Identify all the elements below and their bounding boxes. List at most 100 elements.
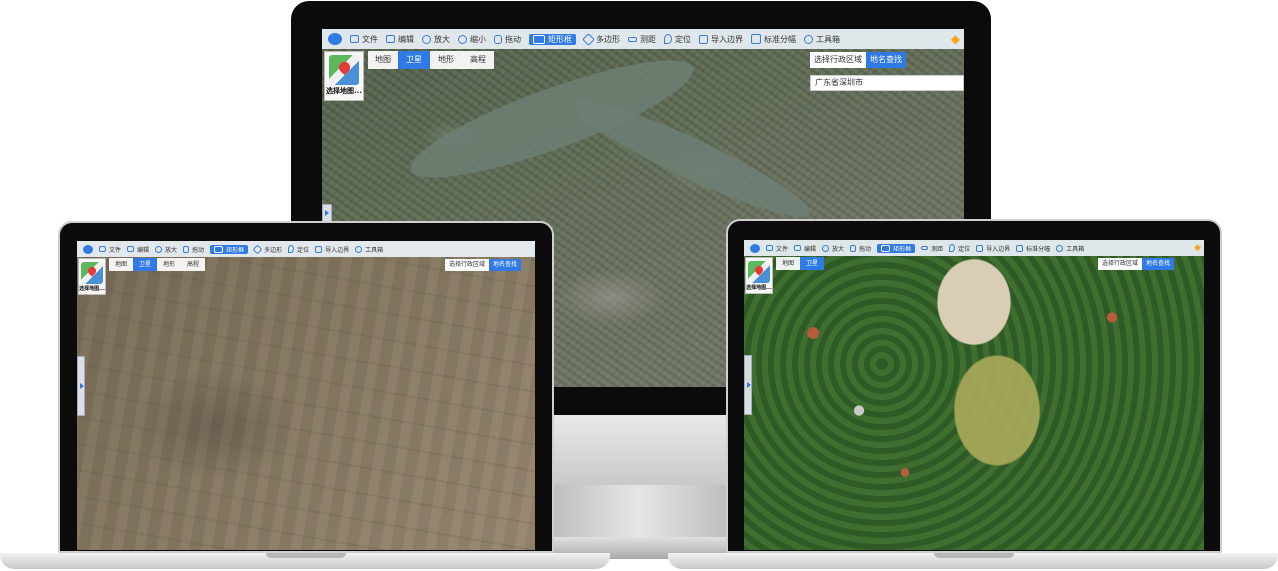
edit-menu[interactable]: 编辑	[794, 244, 816, 253]
toolbox-label: 工具箱	[365, 246, 384, 254]
measure-button[interactable]: 测距	[921, 244, 943, 253]
rectangle-button[interactable]: 矩形框	[529, 33, 576, 45]
import-boundary-label: 导入边界	[711, 34, 743, 44]
zoom-in-icon	[822, 244, 830, 252]
location-pin-icon	[664, 34, 672, 44]
tab-satellite[interactable]: 卫星	[133, 258, 157, 271]
diamond-icon[interactable]: ◆	[1194, 243, 1201, 253]
locate-button[interactable]: 定位	[288, 245, 309, 254]
select-map-label: 选择地图...	[79, 286, 105, 292]
search-tabs: 选择行政区域 地名查找	[810, 52, 906, 68]
zoom-in-icon	[422, 34, 431, 44]
pan-button[interactable]: 拖动	[183, 245, 204, 254]
tab-satellite[interactable]: 卫星	[398, 51, 430, 69]
edit-menu[interactable]: 编辑	[386, 34, 414, 45]
search-tabs: 选择行政区域 地名查找	[445, 259, 522, 271]
grid-icon	[751, 34, 761, 44]
edit-label: 编辑	[804, 245, 817, 253]
rectangle-select-icon	[214, 245, 224, 253]
measure-label: 测距	[931, 245, 944, 253]
edit-menu[interactable]: 编辑	[127, 245, 149, 254]
tab-terrain[interactable]: 地形	[430, 51, 462, 69]
hand-icon	[183, 245, 190, 253]
place-search-tab[interactable]: 地名查找	[489, 259, 522, 271]
place-search-tab[interactable]: 地名查找	[1142, 258, 1175, 270]
tab-map[interactable]: 地图	[109, 258, 133, 271]
location-pin-icon	[288, 245, 295, 253]
pan-button[interactable]: 拖动	[494, 34, 521, 45]
tab-elevation[interactable]: 高程	[181, 258, 205, 271]
standard-tiles-button[interactable]: 标准分幅	[751, 34, 796, 45]
layer-tabs: 地图 卫星 地形 高程	[109, 258, 205, 271]
side-panel-handle[interactable]	[744, 355, 752, 415]
import-boundary-button[interactable]: 导入边界	[976, 244, 1010, 253]
polygon-icon	[252, 244, 263, 254]
tab-map[interactable]: 地图	[368, 51, 398, 69]
edit-icon	[127, 246, 135, 252]
zoom-in-button[interactable]: 放大	[155, 245, 177, 254]
measure-button[interactable]: 测距	[628, 34, 656, 45]
select-map-button[interactable]: 选择地图...	[324, 51, 364, 101]
rectangle-button[interactable]: 矩形框	[877, 243, 916, 253]
satellite-map[interactable]	[77, 241, 535, 550]
import-boundary-button[interactable]: 导入边界	[315, 245, 349, 254]
toolbox-button[interactable]: 工具箱	[1056, 244, 1084, 253]
import-boundary-button[interactable]: 导入边界	[699, 34, 743, 45]
app-logo-icon[interactable]	[328, 33, 342, 45]
diamond-icon[interactable]: ◆	[951, 32, 960, 46]
toolbox-label: 工具箱	[1066, 245, 1085, 253]
tab-terrain[interactable]: 地形	[157, 258, 181, 271]
app-logo-icon[interactable]	[750, 243, 760, 253]
zoom-in-icon	[155, 245, 163, 253]
admin-region-tab[interactable]: 选择行政区域	[810, 52, 866, 68]
tab-map[interactable]: 地图	[776, 257, 800, 270]
edit-icon	[386, 35, 395, 43]
toolbox-button[interactable]: 工具箱	[804, 34, 840, 45]
zoom-out-button[interactable]: 缩小	[458, 34, 486, 45]
file-label: 文件	[109, 246, 122, 254]
tab-elevation[interactable]: 高程	[462, 51, 494, 69]
standard-tiles-button[interactable]: 标准分幅	[1016, 244, 1050, 253]
laptop-left-screen: 文件 编辑 放大 拖动 矩形框 多边形 定位 导入边界 工具箱 地图 卫星 地形…	[77, 241, 535, 550]
polygon-icon	[582, 32, 595, 46]
import-boundary-label: 导入边界	[325, 246, 350, 254]
admin-region-tab[interactable]: 选择行政区域	[1098, 258, 1143, 270]
locate-label: 定位	[675, 34, 691, 44]
place-search-tab[interactable]: 地名查找	[866, 52, 906, 68]
locate-label: 定位	[958, 245, 971, 253]
side-panel-handle[interactable]	[322, 204, 332, 222]
locate-button[interactable]: 定位	[664, 34, 691, 45]
pan-button[interactable]: 拖动	[850, 244, 871, 253]
import-icon	[699, 34, 708, 44]
side-panel-handle[interactable]	[77, 356, 85, 416]
hand-icon	[850, 244, 857, 252]
ruler-icon	[921, 246, 929, 250]
admin-region-tab[interactable]: 选择行政区域	[445, 259, 490, 271]
ruler-icon	[628, 36, 637, 42]
laptop-right-notch	[934, 553, 1014, 558]
select-map-button[interactable]: 选择地图...	[745, 257, 773, 294]
zoom-in-button[interactable]: 放大	[422, 34, 450, 45]
laptop-right: 文件 编辑 放大 拖动 矩形框 测距 定位 导入边界 标准分幅 工具箱 ◆ 地图…	[668, 219, 1278, 569]
edit-label: 编辑	[398, 34, 414, 44]
locate-button[interactable]: 定位	[949, 244, 970, 253]
toolbox-label: 工具箱	[816, 34, 840, 44]
file-menu[interactable]: 文件	[350, 34, 378, 45]
polygon-label: 多边形	[596, 34, 620, 44]
select-map-button[interactable]: 选择地图...	[78, 258, 106, 295]
file-menu[interactable]: 文件	[99, 245, 121, 254]
file-menu[interactable]: 文件	[766, 244, 788, 253]
polygon-button[interactable]: 多边形	[252, 244, 282, 254]
select-map-label: 选择地图...	[746, 285, 772, 291]
tab-satellite[interactable]: 卫星	[800, 257, 824, 270]
laptop-right-screen: 文件 编辑 放大 拖动 矩形框 测距 定位 导入边界 标准分幅 工具箱 ◆ 地图…	[744, 240, 1204, 550]
file-label: 文件	[362, 34, 378, 44]
rectangle-button[interactable]: 矩形框	[210, 244, 249, 254]
toolbox-button[interactable]: 工具箱	[355, 245, 383, 254]
edit-label: 编辑	[137, 246, 150, 254]
app-logo-icon[interactable]	[83, 244, 93, 254]
polygon-button[interactable]: 多边形	[582, 32, 620, 46]
satellite-map[interactable]	[744, 240, 1204, 550]
region-search-input[interactable]: 广东省深圳市	[810, 75, 964, 91]
zoom-in-button[interactable]: 放大	[822, 244, 844, 253]
